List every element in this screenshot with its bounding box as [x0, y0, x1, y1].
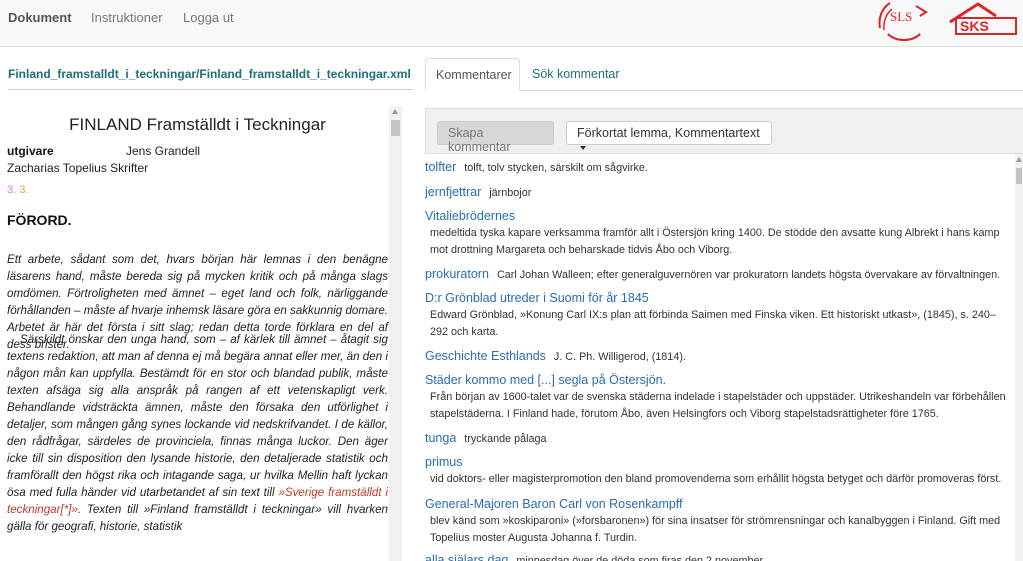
comment-tabs: Kommentarer Sök kommentar	[425, 58, 1023, 91]
view-mode-dropdown[interactable]: Förkortat lemma, Kommentartext	[566, 121, 772, 150]
comment-lemma[interactable]: jernfjettrar	[425, 185, 481, 199]
page-ref-2[interactable]: 3.	[19, 184, 28, 196]
comment-item: Städer kommo med [...] segla på Östersjö…	[425, 371, 1015, 423]
comment-toolbar: Skapa kommentar Förkortat lemma, Komment…	[425, 108, 1023, 154]
sls-logo: SLS	[878, 2, 928, 41]
document-title: FINLAND Framställdt i Teckningar	[69, 115, 326, 134]
comment-text: tryckande pålaga	[464, 433, 547, 445]
nav-dokument[interactable]: Dokument	[8, 10, 72, 25]
page-references: 3. 3.	[7, 184, 28, 196]
paragraph-2: Särskildt önskar den unga hand, som – af…	[7, 331, 388, 535]
comment-lemma[interactable]: prokuratorn	[425, 267, 489, 281]
sls-logo-text: SLS	[890, 9, 912, 24]
sks-logo: SKS	[949, 2, 1017, 35]
nav-logga-ut[interactable]: Logga ut	[183, 10, 234, 25]
scroll-up-arrow-icon[interactable]	[392, 109, 398, 114]
tab-kommentarer[interactable]: Kommentarer	[425, 58, 520, 91]
comment-item: tunga tryckande pålaga	[425, 429, 1015, 447]
comment-text: medeltida tyska kapare verksamma framför…	[430, 227, 1000, 256]
tab-sok-kommentar[interactable]: Sök kommentar	[522, 58, 630, 91]
comment-list: tolfter tolft, tolv stycken, särskilt om …	[425, 154, 1015, 561]
comment-text: Edward Grönblad, »Konung Carl IX:s plan …	[430, 309, 996, 338]
scrollbar-thumb[interactable]	[391, 120, 400, 136]
comment-lemma[interactable]: primus	[425, 455, 463, 469]
comment-lemma[interactable]: Vitaliebrödernes	[425, 209, 515, 223]
section-heading: FÖRORD.	[7, 212, 72, 228]
comment-text: Från början av 1600-talet var de svenska…	[430, 391, 1006, 420]
scroll-up-arrow-icon[interactable]	[1016, 157, 1022, 162]
comment-text: minnesdag över de döda som firas den 2 n…	[516, 555, 766, 561]
comment-item: prokuratorn Carl Johan Walleen; efter gen…	[425, 265, 1015, 283]
series-name: Zacharias Topelius Skrifter	[7, 161, 149, 175]
comment-lemma[interactable]: General-Majoren Baron Carl von Rosenkamp…	[425, 497, 683, 511]
editor-name: Jens Grandell	[126, 144, 201, 158]
document-path: Finland_framstalldt_i_teckningar/Finland…	[8, 67, 411, 81]
comment-text: J. C. Ph. Willigerod, (1814).	[553, 351, 686, 363]
comment-lemma[interactable]: D:r Grönblad utreder i Suomi för år 1845	[425, 291, 649, 305]
caret-down-icon	[580, 145, 586, 150]
document-scrollbar[interactable]	[389, 106, 402, 561]
comment-text: blev känd som »koskiparoni» (»forsbarone…	[430, 515, 1001, 544]
editor-label: utgivare	[7, 144, 54, 158]
comment-item: D:r Grönblad utreder i Suomi för år 1845…	[425, 289, 1015, 341]
comments-scrollbar[interactable]	[1015, 154, 1023, 561]
divider	[8, 89, 413, 90]
comment-item: Vitaliebrödernes medeltida tyska kapare v…	[425, 207, 1015, 259]
view-mode-label: Förkortat lemma, Kommentartext	[577, 126, 760, 140]
comment-lemma[interactable]: Geschichte Esthlands	[425, 349, 546, 363]
comment-item: alla själars dag minnesdag över de döda s…	[425, 551, 1015, 561]
sks-logo-text: SKS	[960, 18, 989, 34]
comment-item: jernfjettrar järnbojor	[425, 183, 1015, 201]
comment-item: primus vid doktors- eller magisterpromoti…	[425, 453, 1015, 488]
top-navbar: Dokument Instruktioner Logga ut SLS SKS	[0, 0, 1023, 47]
comment-text: tolft, tolv stycken, särskilt om sågvirk…	[464, 162, 648, 174]
nav-instruktioner[interactable]: Instruktioner	[91, 10, 163, 25]
comment-text: järnbojor	[489, 187, 532, 199]
document-reader: FINLAND Framställdt i Teckningar utgivar…	[0, 106, 402, 561]
page-ref-1[interactable]: 3.	[7, 184, 16, 196]
comment-item: General-Majoren Baron Carl von Rosenkamp…	[425, 495, 1015, 547]
comment-text: Carl Johan Walleen; efter generalguvernö…	[496, 269, 1001, 281]
comment-lemma[interactable]: tunga	[425, 431, 456, 445]
comment-text: vid doktors- eller magisterpromotion den…	[430, 473, 1002, 485]
comment-lemma[interactable]: tolfter	[425, 160, 456, 174]
comment-item: Geschichte Esthlands J. C. Ph. Willigerod…	[425, 347, 1015, 365]
comment-lemma[interactable]: alla själars dag	[425, 553, 508, 561]
comment-lemma[interactable]: Städer kommo med [...] segla på Östersjö…	[425, 373, 666, 387]
create-comment-button[interactable]: Skapa kommentar	[437, 121, 554, 154]
comment-item: tolfter tolft, tolv stycken, särskilt om …	[425, 158, 1015, 176]
scrollbar-thumb[interactable]	[1016, 168, 1022, 184]
paragraph-2-text-a: Särskildt önskar den unga hand, som – af…	[7, 333, 388, 499]
